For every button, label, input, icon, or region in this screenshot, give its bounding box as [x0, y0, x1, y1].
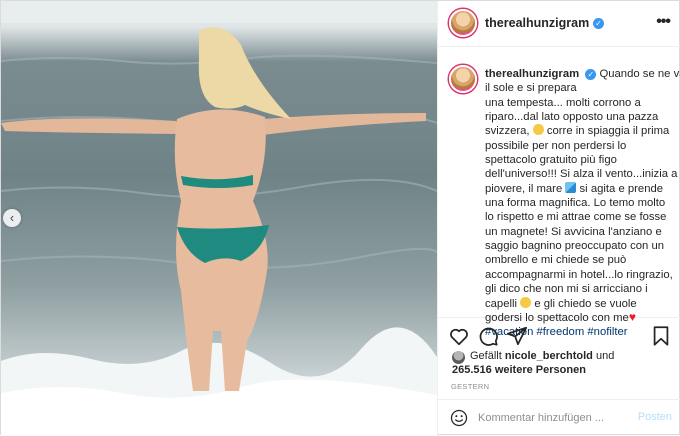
sweat-smile-emoji-icon [520, 296, 532, 308]
caption-text: saggio bagnino preoccupato con un [485, 240, 665, 253]
caption-text: un magnete! Si avvicina l'anziano e [485, 225, 662, 238]
likes-conjunction: und [595, 350, 615, 362]
caption-text: capelli [485, 297, 518, 310]
likes-summary: Gefällt nicole_berchtold und 265.516 wei… [452, 349, 677, 377]
share-icon[interactable] [506, 325, 528, 347]
post-sidebar: therealhunzigram ✓ ••• therealhunzigram … [437, 1, 680, 436]
caption-text: dell'universo!!! Si alza il vento...iniz… [485, 168, 678, 181]
author-username[interactable]: therealhunzigram [485, 16, 589, 30]
caption-text: corre in spiaggia il prima [546, 125, 670, 138]
verified-badge-icon: ✓ [593, 18, 604, 29]
caption-text: una tempesta... molti corrono a [485, 96, 641, 109]
likes-prefix: Gefällt [470, 350, 502, 362]
caption-text: lo rispetto e mi attrae come se fosse [485, 211, 667, 224]
likes-count[interactable]: 265.516 weitere Personen [452, 363, 677, 377]
caption-text: spettacolo gratuito più figo [485, 154, 617, 167]
caption-text: ombrello e mi chiede se può [485, 254, 627, 267]
caption-text: piovere, il mare [485, 182, 563, 195]
liker-avatar[interactable] [452, 351, 465, 364]
post-comment-button[interactable]: Posten [638, 411, 672, 423]
caption-text: e gli chiedo se vuole [534, 297, 637, 310]
smile-emoji-icon [532, 124, 544, 136]
emoji-picker-icon[interactable] [450, 409, 468, 427]
caption-text: accompagnarmi in hotel...lo ringrazio, [485, 268, 673, 281]
instagram-post-view: ‹ therealhunzigram ✓ ••• therealhunzigra… [0, 0, 680, 436]
post-date: GESTERN [451, 382, 490, 391]
caption-text: svizzera, [485, 125, 530, 138]
wave-emoji-icon [565, 181, 577, 193]
caption-username[interactable]: therealhunzigram [485, 68, 579, 80]
more-options-icon[interactable]: ••• [656, 13, 671, 31]
liker-username[interactable]: nicole_berchtold [505, 350, 593, 362]
caption-section: therealhunzigram ✓ Quando se ne va il so… [438, 48, 680, 338]
post-photo[interactable]: ‹ [1, 1, 437, 436]
post-caption: therealhunzigram ✓ Quando se ne va il so… [485, 67, 680, 340]
caption-author-avatar[interactable] [449, 65, 477, 93]
comment-icon[interactable] [477, 325, 499, 347]
caption-text: si agita e prende [579, 182, 664, 195]
caption-text: possibile per non perdersi lo [485, 139, 627, 152]
caption-verified-badge-icon: ✓ [585, 69, 597, 80]
caption-text: il sole e si prepara [485, 82, 577, 95]
author-avatar[interactable] [449, 9, 477, 37]
caption-text: riparo...dal lato opposto una pazza [485, 111, 659, 124]
caption-text: gli dico che non mi si arricciano i [485, 283, 648, 296]
post-header: therealhunzigram ✓ ••• [438, 1, 680, 47]
comment-input[interactable] [478, 409, 628, 427]
caption-text: Quando se ne va [599, 68, 680, 80]
heart-icon[interactable] [448, 325, 470, 347]
beach-scene-image [1, 1, 437, 436]
bookmark-icon[interactable] [650, 325, 672, 347]
comment-bar: Posten [438, 399, 680, 436]
carousel-prev-button[interactable]: ‹ [3, 209, 21, 227]
caption-text: una forma magnifica. Lo temo molto [485, 197, 666, 210]
